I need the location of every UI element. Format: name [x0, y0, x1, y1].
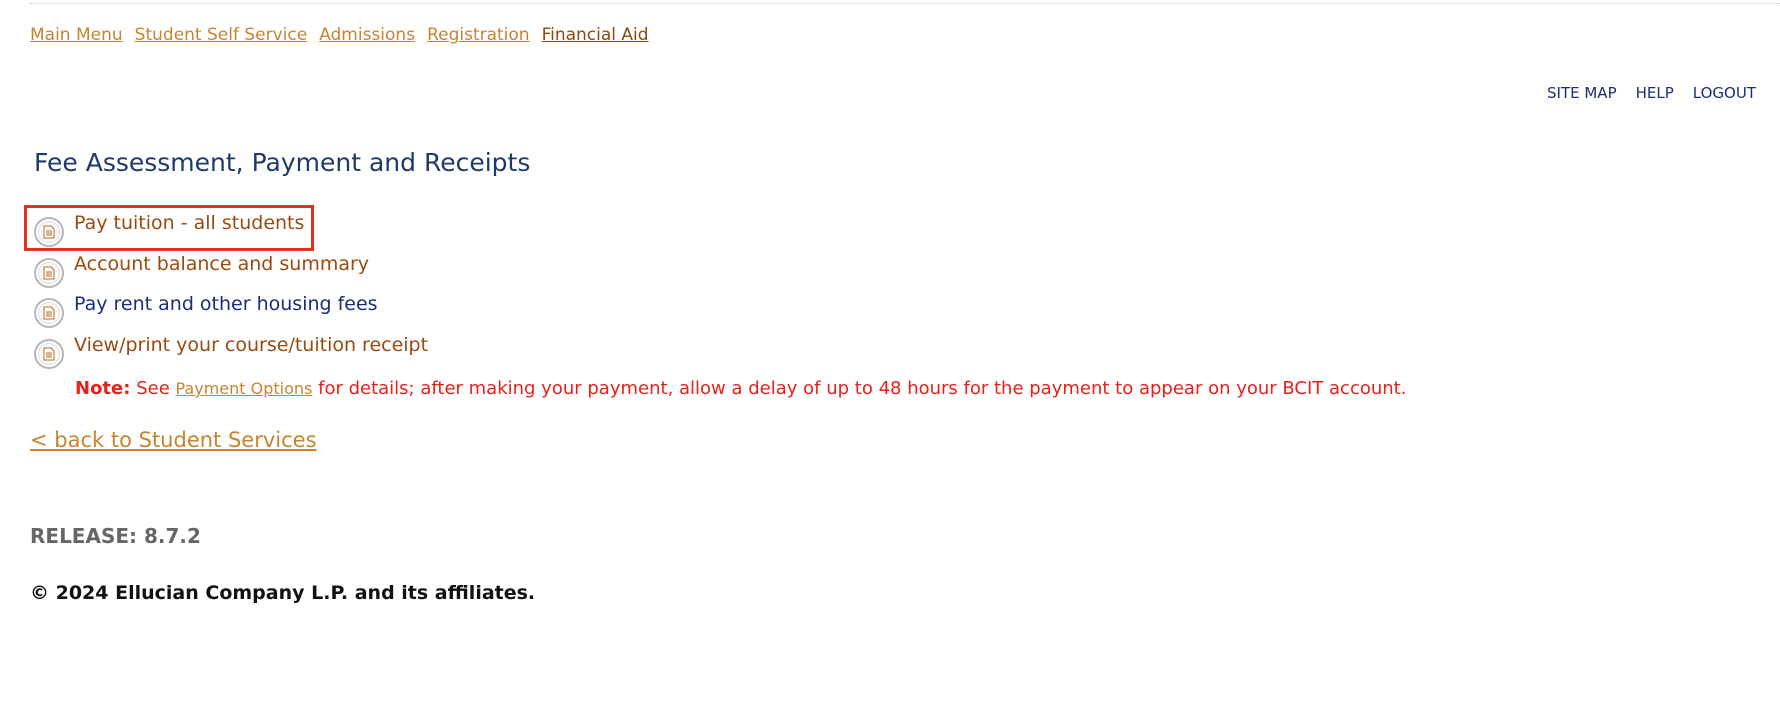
menu-item-view-receipt[interactable]: View/print your course/tuition receipt [34, 334, 428, 374]
logout-link[interactable]: LOGOUT [1693, 84, 1756, 102]
release-version: RELEASE: 8.7.2 [30, 524, 201, 548]
document-icon [34, 339, 64, 369]
site-map-link[interactable]: SITE MAP [1547, 84, 1617, 102]
menu-item-pay-rent[interactable]: Pay rent and other housing fees [34, 293, 378, 333]
nav-tab-main-menu[interactable]: Main Menu [30, 25, 123, 45]
note-label: Note: [75, 378, 131, 399]
document-icon [34, 298, 64, 328]
note-text-before: See [136, 378, 170, 399]
highlight-box [24, 205, 314, 251]
nav-tab-admissions[interactable]: Admissions [319, 25, 415, 45]
document-icon [34, 258, 64, 288]
page-title: Fee Assessment, Payment and Receipts [34, 148, 531, 177]
nav-tab-registration[interactable]: Registration [427, 25, 530, 45]
utility-links: SITE MAP HELP LOGOUT [1547, 84, 1756, 102]
nav-tab-student-self-service[interactable]: Student Self Service [135, 25, 308, 45]
note-text-after: for details; after making your payment, … [318, 378, 1407, 399]
nav-tab-financial-aid[interactable]: Financial Aid [542, 25, 649, 45]
top-divider [30, 3, 1780, 4]
payment-options-link[interactable]: Payment Options [176, 379, 313, 398]
back-to-student-services-link[interactable]: < back to Student Services [30, 428, 317, 452]
pay-rent-link[interactable]: Pay rent and other housing fees [74, 293, 378, 315]
view-receipt-link[interactable]: View/print your course/tuition receipt [74, 334, 428, 356]
main-nav: Main Menu Student Self Service Admission… [30, 25, 649, 45]
payment-note: Note: See Payment Options for details; a… [75, 378, 1406, 399]
account-balance-link[interactable]: Account balance and summary [74, 253, 369, 275]
help-link[interactable]: HELP [1636, 84, 1674, 102]
menu-item-account-balance[interactable]: Account balance and summary [34, 253, 369, 293]
copyright-text: © 2024 Ellucian Company L.P. and its aff… [30, 582, 536, 604]
